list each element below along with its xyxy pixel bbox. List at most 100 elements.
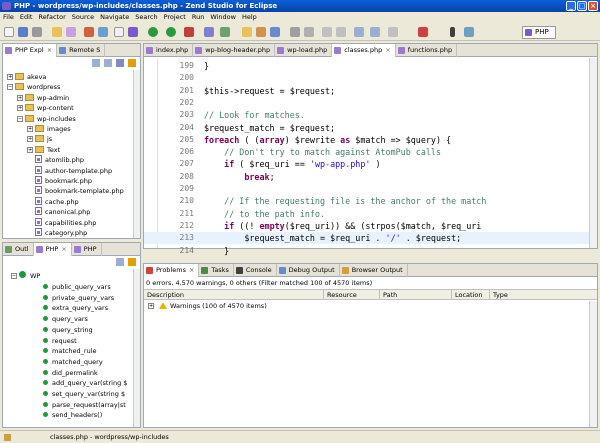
- tree-item[interactable]: + js: [27, 134, 52, 144]
- tree-item[interactable]: canonical.php: [27, 207, 90, 217]
- toggle-mark-icon[interactable]: [304, 27, 314, 37]
- editor-tab[interactable]: wp-load.php: [275, 44, 333, 57]
- new-file-icon[interactable]: [4, 27, 14, 37]
- tree-item[interactable]: − wp-includes: [17, 114, 76, 124]
- editor-scrollbar[interactable]: [589, 58, 597, 248]
- menu-search[interactable]: Search: [135, 12, 157, 23]
- menu-edit[interactable]: Edit: [20, 12, 33, 23]
- print-icon[interactable]: [32, 27, 42, 37]
- close-tab-icon[interactable]: ×: [189, 266, 194, 274]
- tree-item[interactable]: capabilities.php: [27, 217, 96, 228]
- run-icon[interactable]: [148, 27, 158, 37]
- tree-item[interactable]: category.php: [27, 228, 87, 238]
- tab-outline[interactable]: Outl: [3, 243, 34, 256]
- tab-php-functions[interactable]: PHP: [72, 243, 102, 256]
- editor-tab[interactable]: functions.php: [396, 44, 458, 57]
- problems-scrollbar[interactable]: [589, 301, 597, 427]
- history-icon[interactable]: [388, 27, 398, 37]
- expand-icon[interactable]: +: [148, 303, 154, 309]
- close-button[interactable]: ×: [588, 1, 598, 11]
- filter-icon[interactable]: [128, 258, 136, 266]
- outline-member[interactable]: matched_query: [43, 357, 103, 367]
- code-editor[interactable]: 199} 200 201 $this->request = $request; 202 2…: [144, 58, 589, 256]
- outline-member[interactable]: send_headers(): [43, 410, 102, 420]
- project-icon[interactable]: [256, 27, 266, 37]
- menu-help[interactable]: Help: [242, 12, 257, 23]
- col-resource[interactable]: Resource: [324, 290, 380, 300]
- expand-icon[interactable]: +: [27, 126, 33, 132]
- maximize-button[interactable]: □: [577, 1, 587, 11]
- open-perspective-icon[interactable]: [464, 27, 474, 37]
- new-class-icon[interactable]: [114, 27, 124, 37]
- menu-run[interactable]: Run: [192, 12, 204, 23]
- explorer-scrollbar[interactable]: [133, 70, 140, 238]
- outline-member[interactable]: extra_query_vars: [43, 303, 108, 313]
- col-description[interactable]: Description: [144, 290, 324, 300]
- outline-member[interactable]: private_query_vars: [43, 293, 114, 303]
- bottom-tab[interactable]: Console: [234, 264, 277, 277]
- open-folder-icon[interactable]: [52, 27, 62, 37]
- tree-item[interactable]: bookmark-template.php: [27, 186, 124, 196]
- bottom-tab[interactable]: Browser Output: [340, 264, 408, 277]
- outline-member[interactable]: request: [43, 336, 77, 346]
- server-icon[interactable]: [270, 27, 280, 37]
- close-tab-icon[interactable]: ×: [385, 46, 390, 54]
- bottom-tab[interactable]: Tasks: [199, 264, 234, 277]
- fast-view-icon[interactable]: [4, 434, 11, 441]
- editor-tab[interactable]: classes.php ×: [332, 44, 396, 57]
- menu-project[interactable]: Project: [164, 12, 186, 23]
- menu-window[interactable]: Window: [210, 12, 236, 23]
- outline-member[interactable]: add_query_var(string $: [43, 378, 127, 388]
- menu-navigate[interactable]: Navigate: [100, 12, 129, 23]
- expand-icon[interactable]: +: [27, 146, 33, 153]
- outline-scrollbar[interactable]: [133, 269, 140, 427]
- tab-remote-systems[interactable]: Remote S: [57, 44, 106, 57]
- tab-php-explorer[interactable]: PHP Expl ×: [3, 44, 58, 57]
- outline-member[interactable]: set_query_var(string $: [43, 389, 125, 399]
- outline-member[interactable]: query_vars: [43, 314, 88, 324]
- back-icon[interactable]: [354, 27, 364, 37]
- minimize-button[interactable]: _: [566, 1, 576, 11]
- tree-item[interactable]: cache.php: [27, 196, 79, 207]
- col-location[interactable]: Location: [452, 290, 490, 300]
- connection-icon[interactable]: [450, 27, 455, 37]
- save-icon[interactable]: [18, 27, 28, 37]
- menu-source[interactable]: Source: [72, 12, 94, 23]
- external-tools-icon[interactable]: [184, 27, 194, 37]
- back-icon[interactable]: [92, 59, 100, 67]
- tree-item[interactable]: bookmark.php: [27, 176, 92, 186]
- editor-tab[interactable]: index.php: [144, 44, 194, 57]
- new-php-icon[interactable]: [66, 27, 76, 37]
- annotation-icon[interactable]: [290, 27, 300, 37]
- menu-file[interactable]: File: [3, 12, 14, 23]
- tree-item[interactable]: + Text: [27, 145, 60, 155]
- debug-icon[interactable]: [128, 27, 138, 37]
- link-editor-icon[interactable]: [128, 59, 136, 67]
- collapse-all-icon[interactable]: [116, 59, 124, 67]
- outline-member[interactable]: query_string: [43, 325, 93, 335]
- expand-icon[interactable]: +: [17, 94, 23, 101]
- col-type[interactable]: Type: [490, 290, 590, 300]
- next-annotation-icon[interactable]: [322, 27, 332, 37]
- expand-icon[interactable]: +: [17, 105, 23, 112]
- collapse-icon[interactable]: −: [7, 84, 13, 91]
- open-type-icon[interactable]: [204, 27, 214, 37]
- package-icon[interactable]: [84, 27, 94, 37]
- tree-item[interactable]: + wp-content: [17, 103, 74, 113]
- tree-item[interactable]: author-template.php: [27, 165, 112, 176]
- menu-refactor[interactable]: Refactor: [38, 12, 65, 23]
- bottom-tab[interactable]: Debug Output: [277, 264, 340, 277]
- warnings-row[interactable]: + Warnings (100 of 4570 items): [148, 302, 267, 310]
- forward-icon[interactable]: [370, 27, 380, 37]
- bottom-tab[interactable]: Problems ×: [144, 264, 200, 277]
- forward-icon[interactable]: [104, 59, 112, 67]
- gear-icon[interactable]: [98, 27, 108, 37]
- editor-tab[interactable]: wp-blog-header.php: [193, 44, 276, 57]
- col-path[interactable]: Path: [380, 290, 452, 300]
- tree-item[interactable]: + images: [27, 124, 71, 134]
- outline-member[interactable]: public_query_vars: [43, 282, 111, 292]
- expand-icon[interactable]: +: [27, 136, 33, 143]
- tree-item[interactable]: atomlib.php: [27, 155, 84, 165]
- open-resource-icon[interactable]: [242, 27, 252, 37]
- prev-annotation-icon[interactable]: [336, 27, 346, 37]
